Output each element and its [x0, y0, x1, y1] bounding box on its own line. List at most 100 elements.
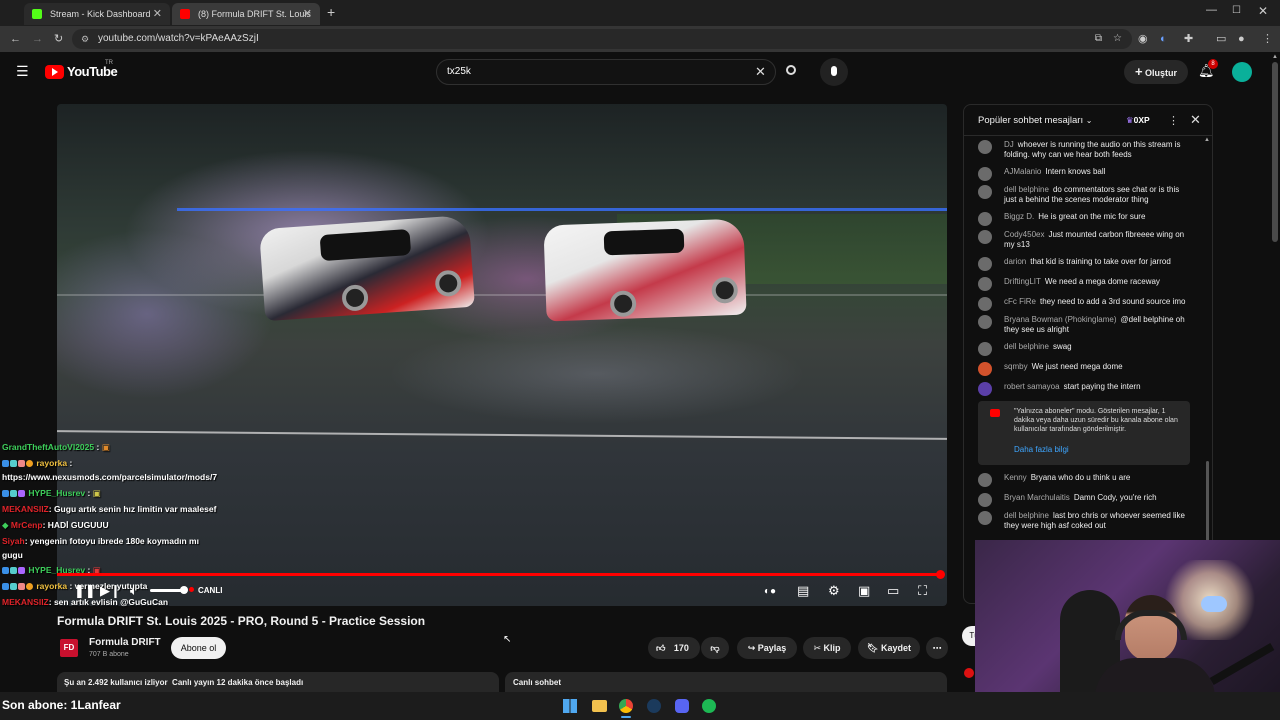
- fullscreen-icon[interactable]: ⛶: [918, 583, 927, 599]
- notifications-button[interactable]: 🔔︎ 8: [1198, 59, 1218, 82]
- back-icon[interactable]: ←: [10, 26, 21, 52]
- clear-search-icon[interactable]: ✕: [755, 60, 766, 84]
- close-window-icon[interactable]: ✕: [1258, 4, 1268, 18]
- more-actions-button[interactable]: ⋯: [926, 637, 948, 659]
- chat-message: DriftingLIT We need a mega dome raceway: [978, 277, 1193, 291]
- chrome-icon[interactable]: [619, 699, 633, 713]
- account-avatar[interactable]: [1232, 62, 1252, 82]
- chat-author[interactable]: Biggz D.: [1004, 212, 1034, 221]
- scroll-up-icon[interactable]: ▲: [1204, 137, 1210, 143]
- reload-icon[interactable]: ↻: [54, 26, 63, 52]
- chat-divider: [964, 135, 1212, 136]
- share-button[interactable]: ↪ Paylaş: [737, 637, 797, 659]
- chat-message: dell belphine last bro chris or whoever s…: [978, 511, 1193, 531]
- subscribe-button[interactable]: Abone ol: [171, 637, 226, 659]
- chat-author[interactable]: Kenny: [1004, 473, 1027, 482]
- gamepad-light-icon: [1201, 596, 1227, 612]
- new-tab-icon[interactable]: +: [327, 4, 335, 20]
- file-explorer-icon[interactable]: [592, 700, 607, 712]
- create-button[interactable]: + Oluştur: [1124, 60, 1188, 84]
- like-button[interactable]: 👍︎ 170: [648, 637, 700, 659]
- next-icon[interactable]: ▶❙: [100, 583, 121, 599]
- chat-author[interactable]: DJ: [1004, 140, 1014, 149]
- channel-avatar[interactable]: FD: [60, 639, 78, 657]
- hamburger-menu-icon[interactable]: ☰: [16, 63, 29, 80]
- live-chat-panel: Popüler sohbet mesajları ⌄ ♛0XP ⋮ ✕ DJ wh…: [963, 104, 1213, 604]
- site-info-icon[interactable]: ⚙: [81, 29, 89, 49]
- close-tab-icon[interactable]: ✕: [153, 3, 162, 25]
- cursor-pointer-icon: ↖: [503, 634, 512, 645]
- chat-message: Bryana Bowman (Phokinglame) @dell belphin…: [978, 315, 1193, 335]
- install-icon[interactable]: ⧉: [1095, 29, 1102, 49]
- chat-author[interactable]: Bryana Bowman (Phokinglame): [1004, 315, 1117, 324]
- chat-author[interactable]: Bryan Marchulaitis: [1004, 493, 1070, 502]
- tab-youtube-video[interactable]: (8) Formula DRIFT St. Louis ✕: [172, 3, 320, 25]
- volume-slider-handle[interactable]: [180, 586, 188, 594]
- bookmark-star-icon[interactable]: ☆: [1113, 29, 1122, 49]
- search-button[interactable]: [778, 59, 806, 85]
- description-box[interactable]: Şu an 2.492 kullanıcı izliyor Canlı yayı…: [57, 672, 499, 692]
- spotify-icon[interactable]: [702, 699, 716, 713]
- voice-search-button[interactable]: [820, 58, 848, 86]
- maximize-icon[interactable]: ☐: [1232, 5, 1241, 16]
- pause-icon[interactable]: ❚❚: [74, 583, 96, 599]
- chat-author[interactable]: sqmby: [1004, 362, 1028, 371]
- chat-author[interactable]: cFc FiRe: [1004, 297, 1036, 306]
- tab-kick-dashboard[interactable]: Stream - Kick Dashboard ✕: [24, 3, 170, 25]
- profile-avatar-icon[interactable]: ●: [1238, 26, 1245, 52]
- badge-icon: [18, 490, 25, 498]
- extension-icon[interactable]: ◉: [1138, 26, 1148, 52]
- chat-author[interactable]: darion: [1004, 257, 1026, 266]
- video-player[interactable]: [57, 104, 947, 606]
- minimize-icon[interactable]: —: [1206, 4, 1217, 16]
- url-field[interactable]: ⚙ youtube.com/watch?v=kPAeAAzSzjI ⧉ ☆: [72, 29, 1132, 49]
- search-input[interactable]: tx25k ✕: [436, 59, 776, 85]
- clip-button[interactable]: ✂ Klip: [803, 637, 851, 659]
- chat-author[interactable]: AJMalanio: [1004, 167, 1041, 176]
- chat-author[interactable]: dell belphine: [1004, 342, 1049, 351]
- close-tab-icon[interactable]: ✕: [303, 3, 312, 25]
- browser-menu-icon[interactable]: ⋮: [1262, 26, 1273, 52]
- live-chat-box[interactable]: Canlı sohbet: [505, 672, 947, 692]
- chat-close-icon[interactable]: ✕: [1190, 112, 1201, 128]
- forward-icon[interactable]: →: [32, 26, 43, 52]
- progress-bar[interactable]: [57, 573, 941, 576]
- miniplayer-icon[interactable]: ▣: [858, 583, 870, 599]
- autoplay-toggle-icon[interactable]: ◐●: [764, 586, 776, 597]
- learn-more-link[interactable]: Daha fazla bilgi: [1014, 445, 1069, 454]
- chat-author[interactable]: DriftingLIT: [1004, 277, 1041, 286]
- chat-author[interactable]: Cody450ex: [1004, 230, 1044, 239]
- chat-message-text: start paying the intern: [1063, 382, 1141, 391]
- discord-icon[interactable]: [675, 699, 689, 713]
- page-scrollbar[interactable]: [1272, 62, 1278, 242]
- drift-car-right: [543, 218, 747, 322]
- dislike-button[interactable]: 👎︎: [701, 637, 729, 659]
- sidebar-icon[interactable]: ▭: [1216, 26, 1226, 52]
- chat-author[interactable]: dell belphine: [1004, 185, 1049, 194]
- channel-name[interactable]: Formula DRIFT: [89, 637, 161, 648]
- xp-value: 0XP: [1133, 115, 1150, 125]
- steam-icon[interactable]: [647, 699, 661, 713]
- chat-message: Cody450ex Just mounted carbon fibreeee wi…: [978, 230, 1193, 250]
- chat-more-icon[interactable]: ⋮: [1168, 114, 1179, 127]
- progress-scrubber-handle[interactable]: [936, 570, 945, 579]
- volume-icon[interactable]: 🔈︎: [130, 583, 138, 599]
- xp-badge[interactable]: ♛0XP: [1126, 115, 1150, 126]
- chat-author[interactable]: dell belphine: [1004, 511, 1049, 520]
- drift-car-left: [259, 214, 475, 322]
- chat-mode-dropdown[interactable]: Popüler sohbet mesajları ⌄: [978, 115, 1092, 126]
- scroll-up-icon[interactable]: ▲: [1272, 54, 1278, 60]
- youtube-header: ☰ YouTube TR tx25k ✕ + Oluştur 🔔︎ 8: [0, 52, 1280, 92]
- extension-icon[interactable]: ◐: [1160, 26, 1167, 52]
- save-button[interactable]: 🔖︎ Kaydet: [858, 637, 920, 659]
- badge-icon: [18, 460, 25, 468]
- live-chat-label: Canlı sohbet: [513, 678, 562, 687]
- puzzle-extensions-icon[interactable]: ✚: [1184, 26, 1193, 52]
- windows-start-icon[interactable]: [563, 699, 577, 713]
- settings-gear-icon[interactable]: ⚙: [828, 583, 840, 599]
- live-label[interactable]: CANLI: [198, 586, 222, 595]
- chat-author[interactable]: robert samayoa: [1004, 382, 1060, 391]
- subtitles-icon[interactable]: ▤: [797, 583, 809, 599]
- theater-mode-icon[interactable]: ▭: [887, 583, 899, 599]
- chat-scrollbar[interactable]: [1206, 461, 1209, 541]
